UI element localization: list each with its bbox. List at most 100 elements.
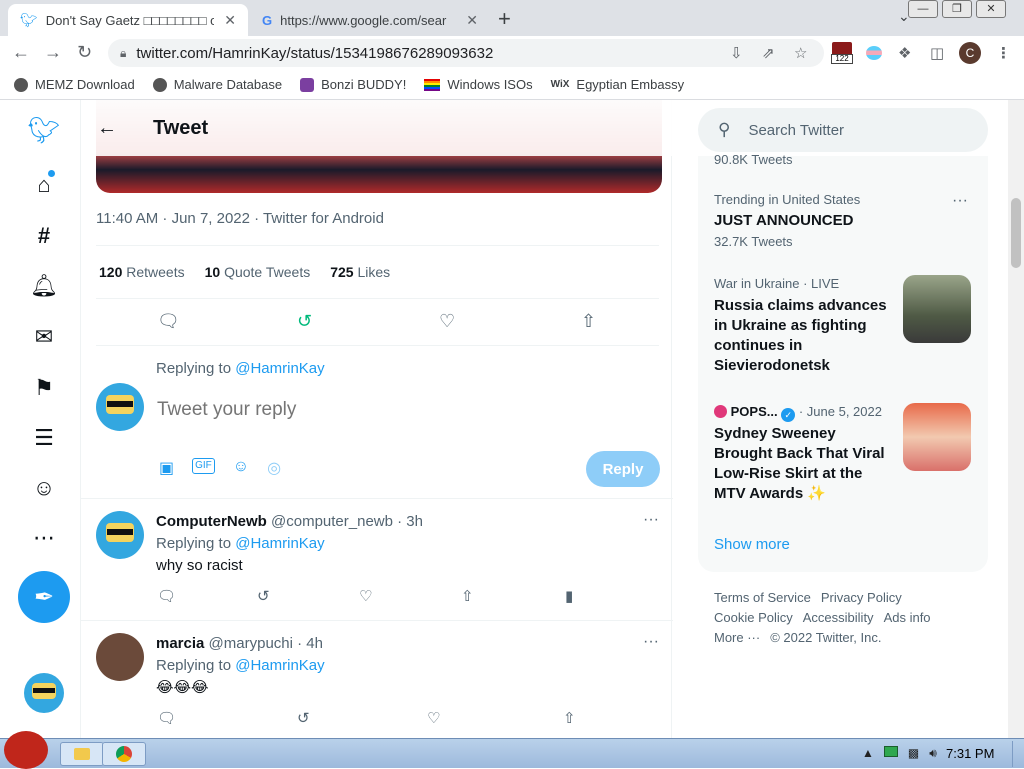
- reply-author[interactable]: ComputerNewb @computer_newb · 3h: [156, 513, 423, 530]
- home-icon[interactable]: ⌂: [28, 169, 60, 201]
- analytics-icon[interactable]: ▮: [565, 587, 573, 605]
- reply-author[interactable]: marcia @marypuchi · 4h: [156, 635, 323, 652]
- like-heart-icon[interactable]: ♡: [359, 587, 372, 605]
- more-options-icon[interactable]: ···: [643, 511, 659, 529]
- emoji-icon[interactable]: ☺: [233, 458, 249, 478]
- reply-icon[interactable]: 🗨︎: [157, 709, 176, 727]
- reply-icon[interactable]: 🗨︎: [157, 311, 180, 332]
- retweet-icon[interactable]: ↺: [297, 311, 312, 332]
- extension-flag-icon[interactable]: [866, 46, 882, 60]
- twitter-logo-icon[interactable]: 🐦︎: [28, 114, 61, 146]
- account-avatar[interactable]: [24, 673, 64, 713]
- close-tab-icon[interactable]: ✕: [466, 12, 478, 29]
- trend-context: Trending in United States: [714, 192, 861, 207]
- trend-title: JUST ANNOUNCED: [714, 212, 854, 229]
- bookmark-star-icon[interactable]: ☆: [794, 44, 807, 62]
- taskbar-explorer-button[interactable]: [60, 742, 104, 766]
- share-icon[interactable]: ⇧: [563, 709, 576, 727]
- extension-calendar-icon[interactable]: 122: [831, 42, 853, 64]
- profile-person-icon[interactable]: ☺: [28, 472, 60, 504]
- lists-icon[interactable]: ☰: [28, 422, 60, 454]
- tweet-meta[interactable]: 11:40 AM · Jun 7, 2022 · Twitter for And…: [96, 210, 384, 227]
- back-icon[interactable]: ←: [12, 42, 30, 63]
- explore-hashtag-icon[interactable]: #: [28, 220, 60, 252]
- scrollbar-thumb[interactable]: [1011, 198, 1021, 268]
- location-pin-icon[interactable]: ◎: [267, 458, 281, 478]
- side-panel-icon[interactable]: ◫: [930, 44, 944, 62]
- messages-envelope-icon[interactable]: ✉: [28, 321, 60, 353]
- reply-icon[interactable]: 🗨︎: [157, 587, 176, 605]
- media-image-icon[interactable]: ▣: [159, 458, 174, 478]
- bookmark-memz[interactable]: MEMZ Download: [14, 77, 135, 92]
- trend-count: 90.8K Tweets: [714, 152, 793, 167]
- cookie-link[interactable]: Cookie Policy: [714, 610, 793, 625]
- close-tab-icon[interactable]: ✕: [224, 12, 236, 29]
- volume-icon[interactable]: 🔊︎: [929, 746, 937, 761]
- replying-handle-link[interactable]: @HamrinKay: [235, 657, 324, 674]
- taskbar-clock[interactable]: 7:31 PM: [946, 746, 994, 761]
- maximize-button[interactable]: ❐: [942, 0, 972, 18]
- show-desktop-button[interactable]: [1012, 741, 1022, 767]
- extensions-puzzle-icon[interactable]: ❖: [898, 44, 911, 62]
- notifications-bell-icon[interactable]: 🔔︎: [28, 270, 60, 302]
- terms-link[interactable]: Terms of Service: [714, 590, 811, 605]
- bookmark-label: Windows ISOs: [447, 77, 533, 92]
- retweet-icon[interactable]: ↺: [257, 587, 270, 605]
- gif-icon[interactable]: GIF: [192, 458, 215, 474]
- accessibility-link[interactable]: Accessibility: [803, 610, 874, 625]
- close-window-button[interactable]: ✕: [976, 0, 1006, 18]
- tray-expand-icon[interactable]: ▲: [862, 746, 874, 761]
- bookmark-egyptian-embassy[interactable]: WiX Egyptian Embassy: [551, 77, 684, 92]
- start-button-angry-bird-icon[interactable]: [4, 731, 48, 769]
- forward-icon[interactable]: →: [44, 42, 62, 63]
- ads-info-link[interactable]: Ads info: [884, 610, 931, 625]
- show-more-link[interactable]: Show more: [714, 536, 790, 553]
- like-heart-icon[interactable]: ♡: [427, 709, 440, 727]
- taskbar-chrome-button[interactable]: [102, 742, 146, 766]
- reload-icon[interactable]: ↻: [77, 42, 92, 63]
- new-tab-button[interactable]: +: [498, 6, 511, 32]
- reply-avatar[interactable]: [96, 511, 144, 559]
- battery-icon[interactable]: [883, 746, 898, 757]
- reply-tweet[interactable]: marcia @marypuchi · 4h ··· Replying to @…: [81, 621, 673, 738]
- likes-stat[interactable]: 725 Likes: [330, 264, 390, 280]
- menu-kebab-icon[interactable]: ⋮: [996, 44, 1011, 62]
- install-icon[interactable]: ⇩: [730, 44, 743, 62]
- page-scrollbar[interactable]: [1008, 100, 1024, 738]
- minimize-button[interactable]: —: [908, 0, 938, 18]
- bookmark-malware-database[interactable]: Malware Database: [152, 77, 282, 92]
- bookmark-bonzi-buddy[interactable]: Bonzi BUDDY!: [300, 77, 406, 92]
- compose-tweet-button[interactable]: ✒: [18, 571, 70, 623]
- profile-avatar[interactable]: C: [959, 42, 981, 64]
- like-heart-icon[interactable]: ♡: [439, 311, 455, 332]
- more-link[interactable]: More ···: [714, 630, 760, 645]
- retweet-icon[interactable]: ↺: [297, 709, 310, 727]
- network-icon[interactable]: ▩: [908, 746, 919, 761]
- more-options-icon[interactable]: ···: [643, 633, 659, 651]
- news-headline: Sydney Sweeney Brought Back That Viral L…: [714, 425, 885, 502]
- replying-handle-link[interactable]: @HamrinKay: [235, 360, 324, 377]
- share-icon[interactable]: ⇗: [762, 44, 775, 62]
- tab-twitter[interactable]: 🐦︎ Don't Say Gaetz □□□□□□□□ o ✕: [8, 4, 248, 36]
- bookmarks-icon[interactable]: ⚑: [28, 372, 60, 404]
- tweet-reply-input[interactable]: [157, 399, 577, 421]
- back-arrow-icon[interactable]: ←: [97, 117, 117, 140]
- reply-tweet[interactable]: ComputerNewb @computer_newb · 3h ··· Rep…: [81, 499, 673, 619]
- search-box[interactable]: ⚲ Search Twitter: [698, 108, 988, 152]
- share-icon[interactable]: ⇧: [461, 587, 474, 605]
- tab-google[interactable]: G https://www.google.com/sear ✕: [250, 4, 490, 36]
- pops-logo-icon: [714, 405, 727, 418]
- trend-more-icon[interactable]: ···: [952, 192, 968, 210]
- bookmark-windows-isos[interactable]: Windows ISOs: [424, 77, 533, 92]
- privacy-link[interactable]: Privacy Policy: [821, 590, 902, 605]
- compose-avatar[interactable]: [96, 383, 144, 431]
- address-bar[interactable]: 🔒︎ twitter.com/HamrinKay/status/15341986…: [108, 39, 824, 67]
- share-icon[interactable]: ⇧: [581, 311, 596, 332]
- more-circle-icon[interactable]: ⋯: [28, 522, 60, 554]
- lock-icon[interactable]: 🔒︎: [120, 46, 126, 61]
- replying-handle-link[interactable]: @HamrinKay: [235, 535, 324, 552]
- retweets-stat[interactable]: 120 Retweets: [99, 264, 185, 280]
- reply-button[interactable]: Reply: [586, 451, 660, 487]
- reply-avatar[interactable]: [96, 633, 144, 681]
- quote-tweets-stat[interactable]: 10 Quote Tweets: [205, 264, 311, 280]
